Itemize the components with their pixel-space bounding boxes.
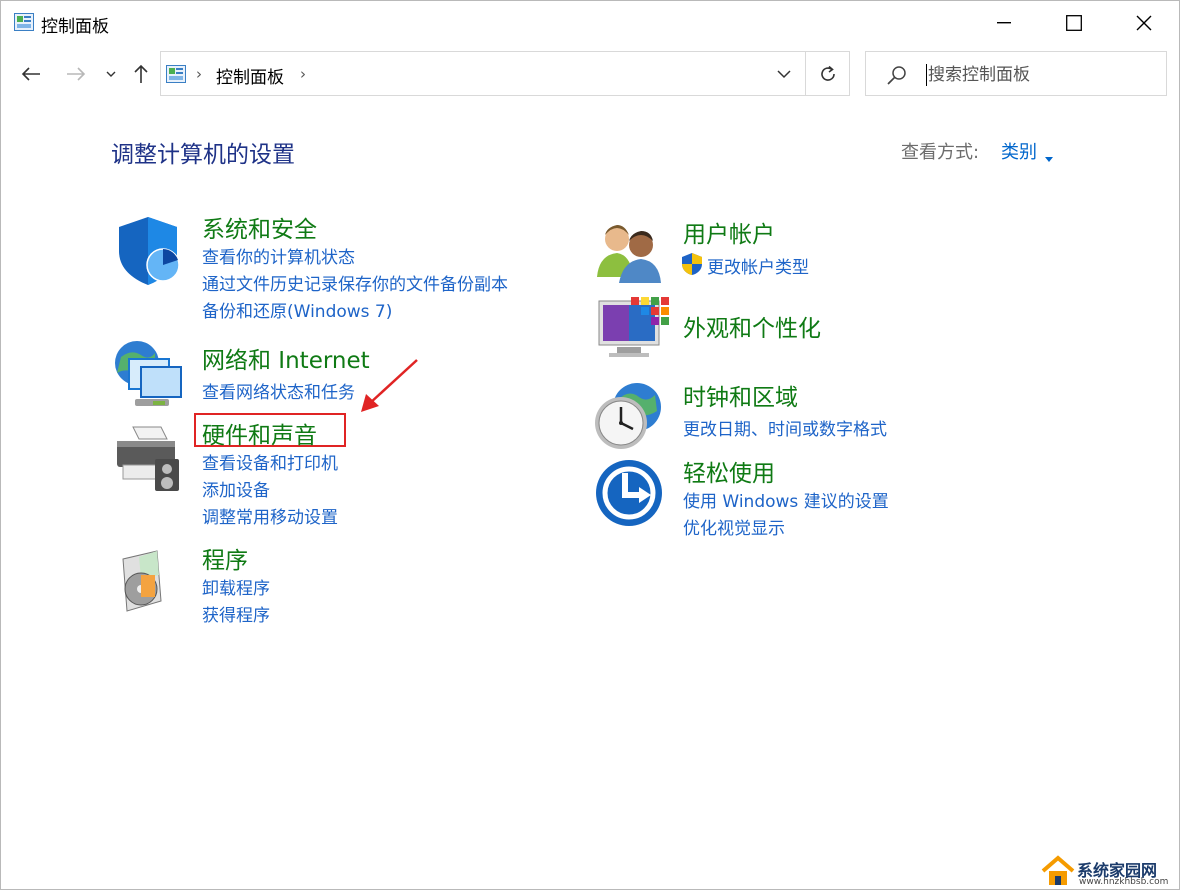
link-uninstall-program[interactable]: 卸载程序 bbox=[202, 574, 270, 599]
network-icon[interactable] bbox=[111, 339, 185, 413]
chevron-down-icon bbox=[777, 69, 791, 78]
up-button[interactable] bbox=[128, 61, 154, 87]
clock-globe-icon[interactable] bbox=[593, 379, 667, 453]
chevron-down-icon bbox=[106, 71, 116, 77]
minimize-icon bbox=[997, 22, 1011, 24]
maximize-button[interactable] bbox=[1039, 1, 1109, 45]
link-change-date-time-format[interactable]: 更改日期、时间或数字格式 bbox=[683, 415, 887, 440]
close-button[interactable] bbox=[1109, 1, 1179, 45]
search-icon bbox=[886, 64, 908, 90]
page-title: 调整计算机的设置 bbox=[111, 142, 295, 168]
caret-down-icon[interactable] bbox=[1045, 147, 1053, 166]
title-bar[interactable]: 控制面板 bbox=[1, 1, 1179, 45]
link-optimize-visual-display[interactable]: 优化视觉显示 bbox=[683, 514, 785, 539]
category-ease-of-access[interactable]: 轻松使用 bbox=[683, 454, 775, 488]
printer-icon[interactable] bbox=[111, 421, 185, 495]
address-bar[interactable]: › 控制面板 › bbox=[160, 51, 850, 96]
view-by-label: 查看方式: bbox=[901, 142, 980, 163]
shield-icon[interactable] bbox=[111, 213, 185, 287]
link-windows-recommended-settings[interactable]: 使用 Windows 建议的设置 bbox=[683, 487, 889, 512]
category-network-internet[interactable]: 网络和 Internet bbox=[202, 341, 370, 375]
link-devices-printers[interactable]: 查看设备和打印机 bbox=[202, 449, 338, 474]
users-icon[interactable] bbox=[595, 215, 669, 289]
breadcrumb-separator[interactable]: › bbox=[196, 65, 202, 83]
refresh-button[interactable] bbox=[813, 60, 843, 88]
link-network-status-tasks[interactable]: 查看网络状态和任务 bbox=[202, 378, 355, 403]
category-clock-region[interactable]: 时钟和区域 bbox=[683, 378, 798, 412]
breadcrumb-separator[interactable]: › bbox=[300, 65, 306, 83]
recent-locations-button[interactable] bbox=[98, 61, 124, 87]
annotation-arrow bbox=[351, 356, 421, 420]
control-panel-icon bbox=[14, 13, 34, 31]
control-panel-icon bbox=[166, 65, 186, 83]
maximize-icon bbox=[1066, 15, 1082, 31]
category-hardware-sound[interactable]: 硬件和声音 bbox=[202, 416, 317, 450]
breadcrumb-control-panel[interactable]: 控制面板 bbox=[216, 63, 284, 88]
link-add-device[interactable]: 添加设备 bbox=[202, 476, 270, 501]
address-history-dropdown[interactable] bbox=[771, 60, 797, 88]
category-programs[interactable]: 程序 bbox=[202, 541, 248, 575]
close-icon bbox=[1136, 15, 1152, 31]
link-view-computer-status[interactable]: 查看你的计算机状态 bbox=[202, 243, 355, 268]
view-by-dropdown[interactable]: 类别 bbox=[1001, 138, 1037, 164]
arrow-right-icon bbox=[67, 67, 86, 81]
link-backup-restore[interactable]: 备份和还原(Windows 7) bbox=[202, 297, 392, 322]
house-logo-icon bbox=[1041, 855, 1075, 885]
arrow-left-icon bbox=[21, 67, 40, 81]
control-panel-window: 控制面板 › 控制面板 › 搜索控制面板 调整计算机的设置 查看方式: 类别 系… bbox=[0, 0, 1180, 890]
ease-of-access-icon[interactable] bbox=[595, 459, 669, 533]
category-user-accounts[interactable]: 用户帐户 bbox=[683, 215, 775, 249]
minimize-button[interactable] bbox=[969, 1, 1039, 45]
search-box[interactable] bbox=[865, 51, 1167, 96]
watermark: 系统家园网 www.hnzkhbsb.com bbox=[1041, 853, 1180, 891]
refresh-icon bbox=[821, 65, 835, 81]
link-get-programs[interactable]: 获得程序 bbox=[202, 601, 270, 626]
programs-icon[interactable] bbox=[113, 545, 187, 619]
window-title: 控制面板 bbox=[41, 17, 109, 37]
address-divider bbox=[805, 52, 806, 95]
appearance-icon[interactable] bbox=[597, 295, 671, 369]
text-caret bbox=[926, 64, 927, 86]
search-input[interactable] bbox=[926, 62, 1160, 88]
category-system-security[interactable]: 系统和安全 bbox=[202, 210, 317, 244]
link-change-account-type[interactable]: 更改帐户类型 bbox=[707, 253, 809, 278]
link-file-history-backup[interactable]: 通过文件历史记录保存你的文件备份副本 bbox=[202, 270, 508, 295]
watermark-url: www.hnzkhbsb.com bbox=[1079, 877, 1169, 887]
uac-shield-icon bbox=[681, 252, 703, 276]
forward-button[interactable] bbox=[63, 61, 89, 87]
arrow-up-icon bbox=[134, 64, 148, 83]
link-mobility-settings[interactable]: 调整常用移动设置 bbox=[202, 503, 338, 528]
back-button[interactable] bbox=[18, 61, 44, 87]
category-appearance-personalization[interactable]: 外观和个性化 bbox=[683, 309, 821, 343]
